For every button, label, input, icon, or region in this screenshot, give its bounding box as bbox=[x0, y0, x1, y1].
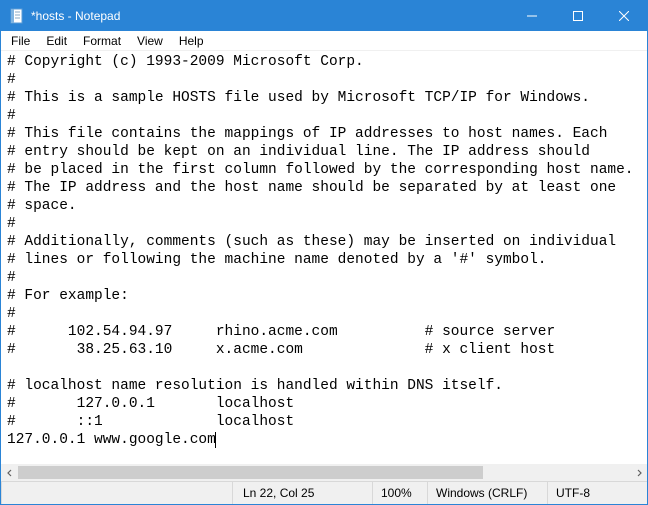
menu-view[interactable]: View bbox=[129, 33, 171, 49]
scroll-right-button[interactable] bbox=[630, 464, 647, 481]
statusbar: Ln 22, Col 25 100% Windows (CRLF) UTF-8 bbox=[1, 481, 647, 504]
notepad-window: *hosts - Notepad File Edit Format View H… bbox=[0, 0, 648, 505]
scroll-thumb[interactable] bbox=[18, 466, 483, 479]
maximize-button[interactable] bbox=[555, 1, 601, 31]
close-button[interactable] bbox=[601, 1, 647, 31]
window-title: *hosts - Notepad bbox=[31, 9, 120, 23]
editor-content[interactable]: # Copyright (c) 1993-2009 Microsoft Corp… bbox=[7, 54, 634, 448]
text-editor[interactable]: # Copyright (c) 1993-2009 Microsoft Corp… bbox=[1, 51, 647, 464]
editor-area: # Copyright (c) 1993-2009 Microsoft Corp… bbox=[1, 51, 647, 481]
menu-help[interactable]: Help bbox=[171, 33, 212, 49]
notepad-app-icon bbox=[9, 8, 25, 24]
scroll-left-button[interactable] bbox=[1, 464, 18, 481]
status-zoom: 100% bbox=[372, 482, 427, 504]
menu-edit[interactable]: Edit bbox=[38, 33, 75, 49]
scroll-track[interactable] bbox=[18, 464, 630, 481]
status-line-ending: Windows (CRLF) bbox=[427, 482, 547, 504]
titlebar[interactable]: *hosts - Notepad bbox=[1, 1, 647, 31]
minimize-button[interactable] bbox=[509, 1, 555, 31]
status-encoding: UTF-8 bbox=[547, 482, 647, 504]
status-spacer bbox=[1, 482, 232, 504]
status-position: Ln 22, Col 25 bbox=[232, 482, 372, 504]
menu-file[interactable]: File bbox=[3, 33, 38, 49]
menubar: File Edit Format View Help bbox=[1, 31, 647, 51]
horizontal-scrollbar[interactable] bbox=[1, 464, 647, 481]
text-caret bbox=[215, 432, 216, 448]
menu-format[interactable]: Format bbox=[75, 33, 129, 49]
